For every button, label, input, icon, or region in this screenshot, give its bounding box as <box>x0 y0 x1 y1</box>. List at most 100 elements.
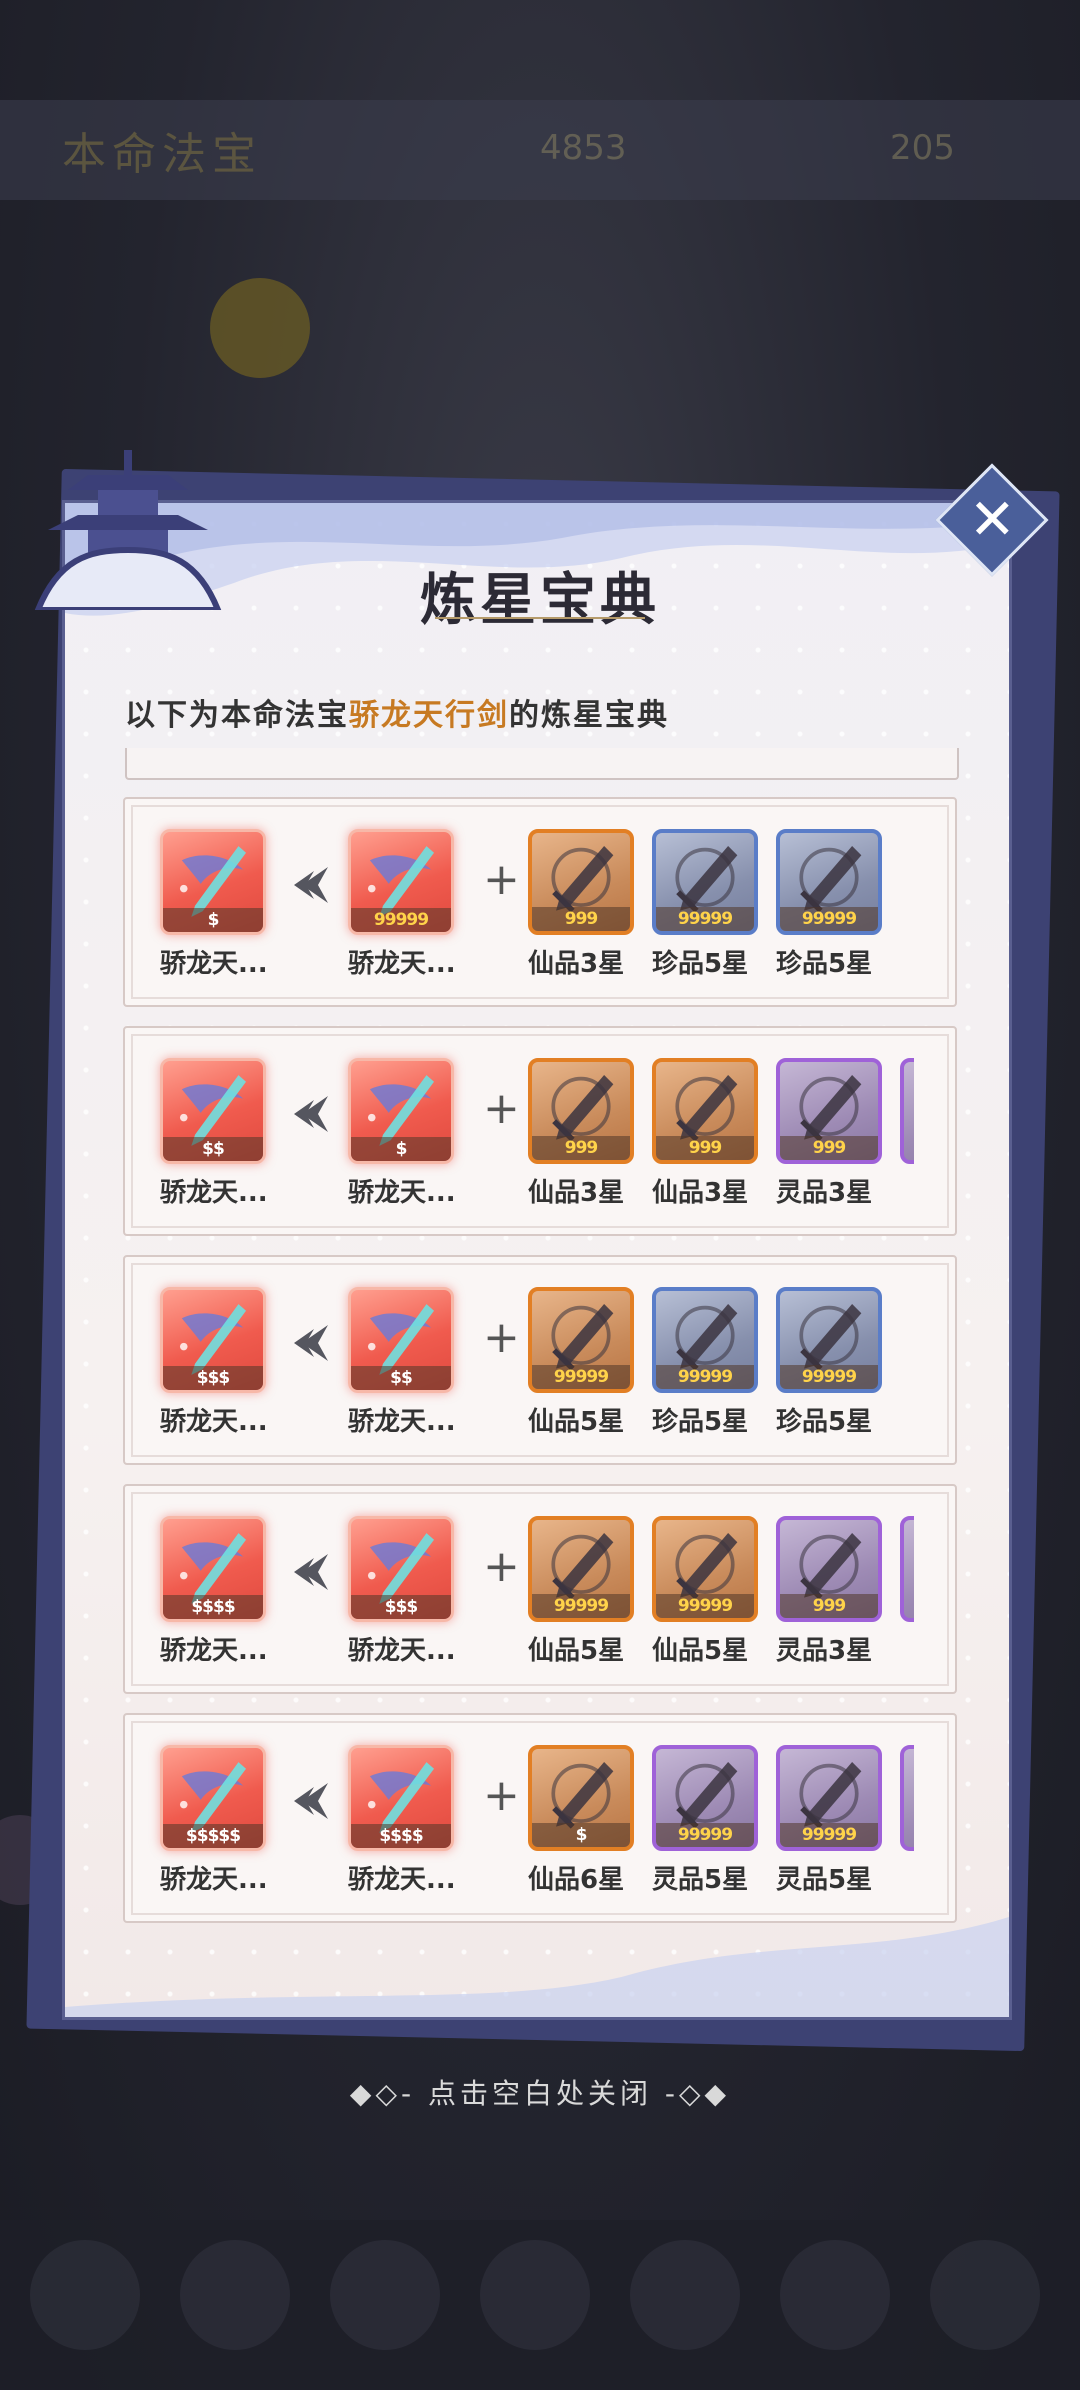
star-level-badge: $$$$ <box>163 1595 263 1619</box>
material-item-icon[interactable]: 99999 <box>776 829 882 935</box>
background-nav-icon <box>780 2240 890 2350</box>
item-label: 骄龙天... <box>348 1407 456 1437</box>
result-item-slot[interactable]: $$$ 骄龙天... <box>160 1287 270 1438</box>
left-chevron-arrow-icon <box>294 1096 328 1132</box>
tap-blank-to-close-hint[interactable]: ◆◇- 点击空白处关闭 -◇◆ <box>0 2072 1080 2112</box>
item-label: 骄龙天... <box>348 1865 456 1895</box>
star-level-badge: $ <box>532 1823 630 1847</box>
base-item-slot[interactable]: $$$ 骄龙天... <box>348 1516 458 1667</box>
item-label: 灵品5星 <box>776 1865 873 1895</box>
result-item-slot[interactable]: $ 骄龙天... <box>160 829 270 980</box>
result-item-slot[interactable]: $$ 骄龙天... <box>160 1058 270 1209</box>
material-item-icon[interactable]: 99999 <box>776 1287 882 1393</box>
plus-icon: + <box>483 854 520 905</box>
item-label: 珍品5星 <box>776 1407 873 1437</box>
material-item-slot[interactable]: 99999 珍品5星 <box>776 1287 886 1438</box>
material-item-slot[interactable]: 99999 仙品5星 <box>652 1516 762 1667</box>
background-nav-icon <box>930 2240 1040 2350</box>
material-item-icon[interactable]: 999 <box>528 829 634 935</box>
star-level-badge: 999 <box>532 1136 630 1160</box>
item-label: 仙品3星 <box>528 949 625 979</box>
clipped-material-icon[interactable] <box>900 1745 914 1851</box>
material-item-slot[interactable]: 99999 珍品5星 <box>652 829 762 980</box>
recipe-card: $$$$ 骄龙天... $$$ 骄龙天... + 99999 仙品5星 99999 仙品5… <box>123 1484 957 1694</box>
left-chevron-arrow-icon <box>294 1554 328 1590</box>
clipped-material-icon[interactable] <box>900 1058 914 1164</box>
material-item-icon[interactable]: 99999 <box>528 1287 634 1393</box>
base-item-slot[interactable]: $ 骄龙天... <box>348 1058 458 1209</box>
material-item-slot[interactable]: 999 灵品3星 <box>776 1058 886 1209</box>
base-item-slot[interactable]: 99999 骄龙天... <box>348 829 458 980</box>
result-item-icon[interactable]: $$$$$ <box>160 1745 266 1851</box>
item-label: 骄龙天... <box>160 1865 268 1895</box>
result-item-icon[interactable]: $$$ <box>160 1287 266 1393</box>
star-level-badge: $$$ <box>163 1366 263 1390</box>
background-resource-1: 4853 <box>540 128 627 168</box>
material-item-slot[interactable]: 99999 珍品5星 <box>776 829 886 980</box>
star-level-badge: 999 <box>780 1594 878 1618</box>
material-item-slot[interactable]: 999 仙品3星 <box>652 1058 762 1209</box>
material-item-slot[interactable]: 99999 灵品5星 <box>776 1745 886 1896</box>
material-item-icon[interactable]: $ <box>528 1745 634 1851</box>
base-item-icon[interactable]: $ <box>348 1058 454 1164</box>
subtitle-prefix: 以下为本命法宝 <box>125 698 349 733</box>
left-chevron-arrow-icon <box>294 867 328 903</box>
material-item-slot[interactable]: 99999 珍品5星 <box>652 1287 762 1438</box>
plus-icon: + <box>483 1083 520 1134</box>
item-label: 珍品5星 <box>652 1407 749 1437</box>
star-level-badge: 99999 <box>780 907 878 931</box>
star-level-badge: 99999 <box>780 1365 878 1389</box>
material-item-icon[interactable]: 999 <box>776 1058 882 1164</box>
material-item-icon[interactable]: 999 <box>528 1058 634 1164</box>
base-item-icon[interactable]: $$$$ <box>348 1745 454 1851</box>
result-item-icon[interactable]: $$ <box>160 1058 266 1164</box>
result-item-slot[interactable]: $$$$ 骄龙天... <box>160 1516 270 1667</box>
result-item-slot[interactable]: $$$$$ 骄龙天... <box>160 1745 270 1896</box>
star-level-badge: $$$ <box>351 1595 451 1619</box>
base-item-slot[interactable]: $$$$ 骄龙天... <box>348 1745 458 1896</box>
treasure-name: 骄龙天行剑 <box>349 698 509 733</box>
background-nav-icon <box>480 2240 590 2350</box>
base-item-icon[interactable]: 99999 <box>348 829 454 935</box>
item-label: 珍品5星 <box>652 949 749 979</box>
star-level-badge: 999 <box>656 1136 754 1160</box>
base-item-icon[interactable]: $$ <box>348 1287 454 1393</box>
recipe-card: $$ 骄龙天... $ 骄龙天... + 999 仙品3星 999 仙品3星 999 灵品3… <box>123 1026 957 1236</box>
left-chevron-arrow-icon <box>294 1783 328 1819</box>
background-coin-icon <box>210 278 310 378</box>
clipped-material-slot[interactable] <box>900 1516 914 1622</box>
material-item-icon[interactable]: 99999 <box>652 829 758 935</box>
clipped-material-slot[interactable] <box>900 1058 914 1164</box>
material-item-slot[interactable]: 999 仙品3星 <box>528 1058 638 1209</box>
base-item-icon[interactable]: $$$ <box>348 1516 454 1622</box>
material-item-icon[interactable]: 99999 <box>776 1745 882 1851</box>
material-item-slot[interactable]: 999 仙品3星 <box>528 829 638 980</box>
material-item-icon[interactable]: 999 <box>776 1516 882 1622</box>
material-item-icon[interactable]: 99999 <box>652 1745 758 1851</box>
item-label: 珍品5星 <box>776 949 873 979</box>
item-label: 骄龙天... <box>160 1636 268 1666</box>
clipped-material-slot[interactable] <box>900 1745 914 1851</box>
base-item-slot[interactable]: $$ 骄龙天... <box>348 1287 458 1438</box>
item-label: 灵品3星 <box>776 1636 873 1666</box>
material-item-icon[interactable]: 99999 <box>528 1516 634 1622</box>
material-item-slot[interactable]: 99999 仙品5星 <box>528 1516 638 1667</box>
material-item-icon[interactable]: 99999 <box>652 1516 758 1622</box>
item-label: 骄龙天... <box>160 1178 268 1208</box>
result-item-icon[interactable]: $ <box>160 829 266 935</box>
material-item-slot[interactable]: 99999 灵品5星 <box>652 1745 762 1896</box>
item-label: 骄龙天... <box>348 949 456 979</box>
material-item-icon[interactable]: 99999 <box>652 1287 758 1393</box>
material-item-slot[interactable]: 99999 仙品5星 <box>528 1287 638 1438</box>
clipped-material-icon[interactable] <box>900 1516 914 1622</box>
close-icon: ✕ <box>968 486 1016 552</box>
star-level-badge: 99999 <box>656 1823 754 1847</box>
star-level-badge: $$$$ <box>351 1824 451 1848</box>
material-item-slot[interactable]: 999 灵品3星 <box>776 1516 886 1667</box>
result-item-icon[interactable]: $$$$ <box>160 1516 266 1622</box>
star-level-badge: 99999 <box>656 1365 754 1389</box>
material-item-slot[interactable]: $ 仙品6星 <box>528 1745 638 1896</box>
material-item-icon[interactable]: 999 <box>652 1058 758 1164</box>
item-label: 灵品5星 <box>652 1865 749 1895</box>
item-label: 仙品6星 <box>528 1865 625 1895</box>
